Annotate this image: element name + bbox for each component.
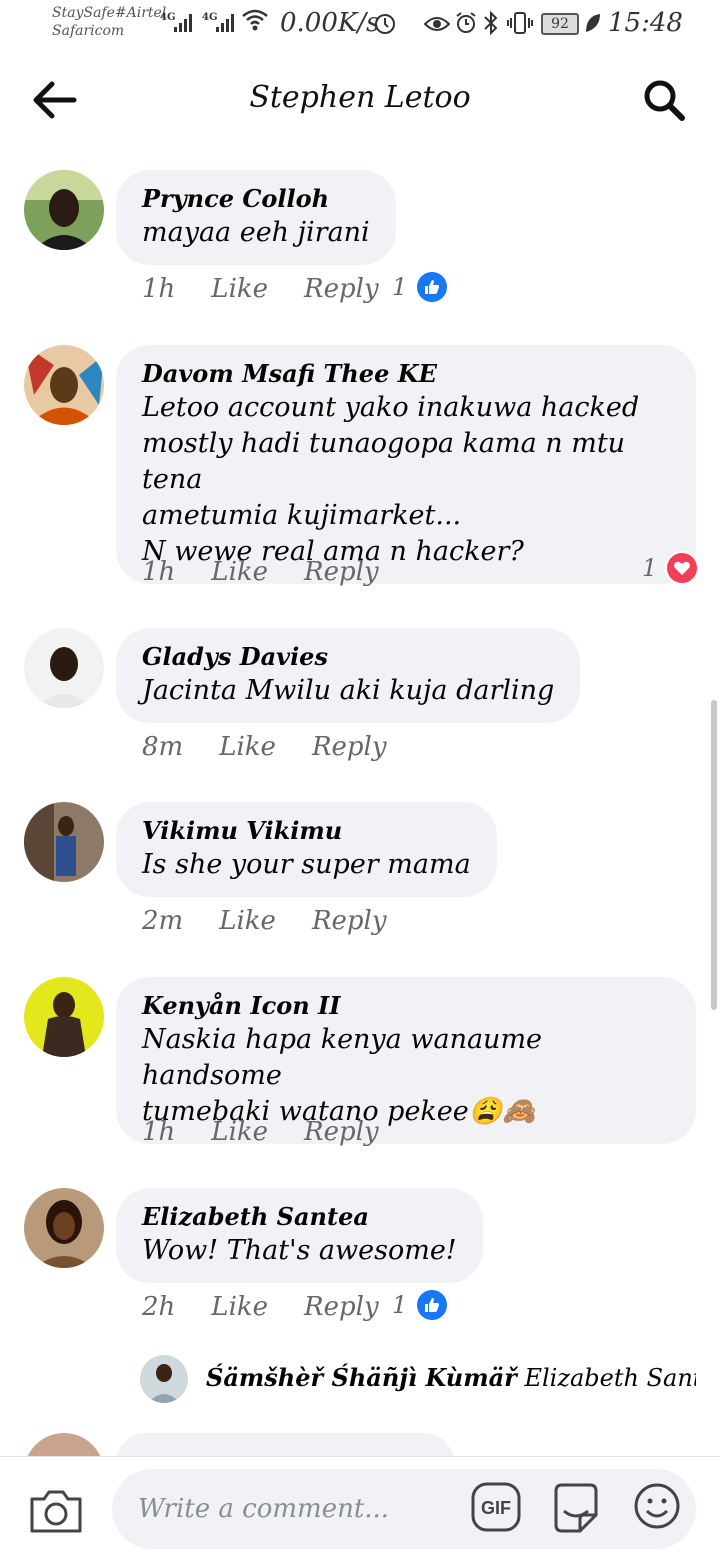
comment-author[interactable]: Prynce Colloh — [142, 183, 370, 215]
avatar[interactable] — [24, 345, 104, 425]
avatar[interactable] — [140, 1355, 188, 1403]
scrollbar[interactable] — [711, 700, 717, 1010]
battery-indicator: 92 — [541, 13, 579, 35]
comment-bubble: Vikimu Vikimu Is she your super mama — [116, 802, 497, 897]
reply-link[interactable]: Reply — [304, 1117, 379, 1147]
page-title: Stephen Letoo — [249, 80, 471, 115]
reaction-summary[interactable]: 1 — [392, 270, 450, 304]
avatar[interactable] — [24, 628, 104, 708]
reply-author: Śämšhèř Śhäñjì Kùmäř — [206, 1363, 517, 1392]
comment-text: Wow! That's awesome! — [142, 1235, 457, 1266]
comment-bubble: Elizabeth Santea Wow! That's awesome! — [116, 1188, 483, 1283]
comment-actions: 1h Like Reply — [142, 557, 379, 587]
reply-link[interactable]: Reply — [304, 1292, 379, 1322]
comment-time: 2h — [142, 1292, 176, 1322]
leaf-icon — [584, 12, 602, 40]
like-link[interactable]: Like — [219, 906, 276, 936]
network-speed: 0.00K/s — [280, 8, 380, 38]
vibrate-icon — [506, 11, 534, 41]
app-bar: Stephen Letoo — [0, 50, 720, 150]
reaction-count: 1 — [392, 273, 408, 301]
comment-actions: 1h Like Reply — [142, 1117, 379, 1147]
like-link[interactable]: Like — [211, 274, 268, 304]
avatar[interactable] — [24, 1188, 104, 1268]
gif-button[interactable]: GIF — [470, 1481, 522, 1533]
carrier-1: StaySafe#Airtel — [52, 5, 167, 21]
comment-author[interactable]: Gladys Davies — [142, 641, 554, 673]
eye-comfort-icon — [423, 14, 451, 39]
emoji-button[interactable] — [632, 1481, 682, 1531]
reaction-count: 1 — [642, 554, 658, 582]
camera-button[interactable] — [28, 1485, 84, 1537]
reply-snippet: Elizabeth Santea send... — [524, 1364, 696, 1392]
avatar[interactable] — [24, 802, 104, 882]
avatar[interactable] — [24, 170, 104, 250]
comment-time: 8m — [142, 732, 184, 762]
comment-text: Jacinta Mwilu aki kuja darling — [142, 675, 555, 706]
carrier-info: StaySafe#Airtel Safaricom — [52, 4, 166, 40]
reply-link[interactable]: Reply — [304, 557, 379, 587]
comment-text: Is she your super mama — [142, 849, 471, 880]
sticker-button[interactable] — [550, 1481, 602, 1535]
comment-input[interactable] — [112, 1469, 696, 1549]
comment-text: Naskia hapa kenya wanaume handsome tumeb… — [142, 1024, 543, 1127]
sticker-icon — [554, 1483, 598, 1533]
comment-bubble: Prynce Colloh mayaa eeh jirani — [116, 170, 396, 265]
signal-2-icon — [216, 14, 234, 32]
like-link[interactable]: Like — [211, 1117, 268, 1147]
comment-composer: GIF — [0, 1456, 720, 1560]
search-button[interactable] — [640, 76, 690, 126]
reply-preview[interactable]: Śämšhèř Śhäñjì Kùmäř Elizabeth Santea se… — [140, 1355, 700, 1405]
data-saver-icon — [373, 12, 397, 42]
love-reaction-icon — [665, 551, 700, 585]
bluetooth-icon — [482, 10, 500, 42]
camera-icon — [30, 1490, 82, 1533]
gif-label: GIF — [481, 1498, 511, 1518]
comment-bubble: Gladys Davies Jacinta Mwilu aki kuja dar… — [116, 628, 581, 723]
like-reaction-icon — [415, 270, 450, 304]
signal-1-icon — [174, 14, 192, 32]
reaction-count: 1 — [392, 1291, 408, 1319]
comment-author[interactable]: Kenyån Icon II — [142, 990, 670, 1022]
comment-time: 1h — [142, 1117, 176, 1147]
search-icon — [644, 80, 685, 121]
comment-bubble: Davom Msafi Thee KE Letoo account yako i… — [116, 345, 696, 584]
gif-icon: GIF — [471, 1482, 521, 1532]
comment-actions: 2m Like Reply — [142, 906, 387, 936]
comment-author[interactable]: Vikimu Vikimu — [142, 815, 471, 847]
reply-preview-text: Śämšhèř Śhäñjì Kùmäř Elizabeth Santea se… — [206, 1363, 696, 1392]
comment-text: mayaa eeh jirani — [142, 217, 370, 248]
comment-actions: 8m Like Reply — [142, 732, 387, 762]
comment-time: 1h — [142, 557, 176, 587]
avatar[interactable] — [24, 977, 104, 1057]
like-link[interactable]: Like — [219, 732, 276, 762]
comment-time: 1h — [142, 274, 176, 304]
status-bar: StaySafe#Airtel Safaricom 4G 4G 0.00K/s … — [0, 0, 720, 50]
reply-link[interactable]: Reply — [304, 274, 379, 304]
reply-link[interactable]: Reply — [312, 732, 387, 762]
carrier-2: Safaricom — [52, 23, 125, 39]
reaction-summary[interactable]: 1 — [392, 1288, 450, 1322]
emoji-icon — [634, 1483, 680, 1529]
comment-text: Letoo account yako inakuwa hacked mostly… — [142, 392, 640, 567]
comment-time: 2m — [142, 906, 184, 936]
comment-actions: 1h Like Reply — [142, 274, 379, 304]
clock: 15:48 — [608, 8, 683, 38]
wifi-icon — [242, 8, 268, 38]
comment-author[interactable]: Davom Msafi Thee KE — [142, 358, 670, 390]
reply-link[interactable]: Reply — [312, 906, 387, 936]
like-link[interactable]: Like — [211, 1292, 268, 1322]
reaction-summary[interactable]: 1 — [642, 551, 700, 585]
like-reaction-icon — [415, 1288, 450, 1322]
comment-actions: 2h Like Reply — [142, 1292, 379, 1322]
like-link[interactable]: Like — [211, 557, 268, 587]
alarm-icon — [454, 11, 478, 41]
comment-author[interactable]: Elizabeth Santea — [142, 1201, 457, 1233]
